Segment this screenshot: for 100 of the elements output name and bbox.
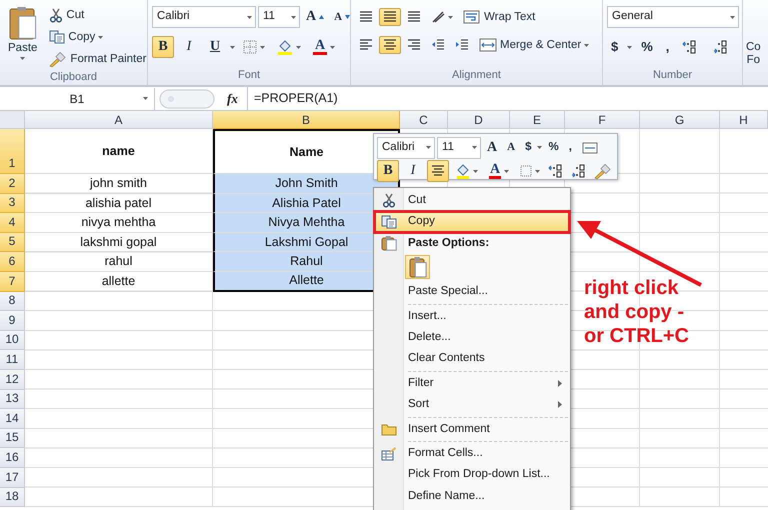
currency-button[interactable]: $ xyxy=(521,139,536,156)
row-header[interactable]: 12 xyxy=(0,370,25,390)
font-name-dropdown[interactable]: Calibri xyxy=(152,6,256,28)
font-color-button[interactable]: A xyxy=(485,161,513,181)
menu-item[interactable]: Filter xyxy=(374,372,570,394)
wrap-text-button[interactable]: Wrap Text xyxy=(459,7,540,27)
center-button[interactable] xyxy=(379,36,401,54)
underline-button[interactable]: U xyxy=(204,36,226,58)
menu-item[interactable]: Delete... xyxy=(374,326,570,348)
clipboard-icon xyxy=(408,256,426,278)
row-header[interactable]: 8 xyxy=(0,292,25,312)
caret-icon xyxy=(98,36,104,38)
font-color-button[interactable]: A xyxy=(309,37,339,57)
menu-item[interactable]: Format Cells... xyxy=(374,442,570,464)
group-label: Font xyxy=(236,68,261,83)
column-header[interactable]: F xyxy=(565,111,640,129)
paintbrush-icon xyxy=(49,52,68,66)
clipboard-icon xyxy=(381,235,397,252)
row-header[interactable]: 18 xyxy=(0,488,25,508)
fill-bucket-icon xyxy=(277,39,293,55)
row-header[interactable]: 13 xyxy=(0,390,25,410)
grow-font-button[interactable]: A xyxy=(483,138,502,158)
borders-icon xyxy=(520,165,532,177)
row-header[interactable]: 11 xyxy=(0,350,25,370)
arrow-up-icon xyxy=(319,14,324,19)
row-header[interactable]: 7 xyxy=(0,272,25,292)
column-header[interactable]: D xyxy=(448,111,510,129)
row-header[interactable]: 10 xyxy=(0,330,25,350)
scissors-icon xyxy=(382,193,396,208)
font-name-dropdown[interactable]: Calibri xyxy=(377,136,435,158)
caret-icon xyxy=(472,146,477,149)
paste-button[interactable] xyxy=(405,255,430,280)
menu-item[interactable]: Define Name... xyxy=(374,486,570,508)
middle-align-button[interactable] xyxy=(379,8,401,26)
percent-button[interactable]: % xyxy=(637,38,657,56)
italic-button[interactable]: I xyxy=(402,160,424,182)
align-icon xyxy=(407,38,421,52)
number-format-dropdown[interactable]: General xyxy=(607,6,739,28)
row-header[interactable]: 17 xyxy=(0,468,25,488)
bold-button[interactable]: B xyxy=(152,36,174,58)
row-header[interactable]: 4 xyxy=(0,213,25,233)
bold-button[interactable]: B xyxy=(377,160,399,182)
folder-icon xyxy=(381,422,397,436)
row-header[interactable]: 15 xyxy=(0,428,25,448)
shrink-font-button[interactable]: A xyxy=(330,8,354,26)
comma-button[interactable]: , xyxy=(564,139,576,156)
ribbon-button[interactable]: Cut xyxy=(45,4,150,26)
row-header[interactable]: 9 xyxy=(0,311,25,331)
menu-item[interactable]: Clear Contents xyxy=(374,348,570,370)
copy-icon xyxy=(381,215,397,230)
column-header[interactable]: B xyxy=(213,111,400,129)
menu-item[interactable]: Sort xyxy=(374,394,570,416)
caret-icon xyxy=(247,16,252,18)
ribbon-button[interactable]: Copy xyxy=(45,26,150,48)
annotation-label: right click and copy - or CTRL+C xyxy=(584,276,689,348)
table-cell: lakshmi gopal xyxy=(25,232,213,252)
comma-button[interactable]: , xyxy=(662,38,674,56)
column-header[interactable]: C xyxy=(400,111,448,129)
group-label: Alignment xyxy=(451,68,502,83)
arrow-down-icon xyxy=(345,15,350,19)
caret-icon xyxy=(296,46,301,48)
percent-button[interactable]: % xyxy=(544,139,563,156)
currency-button[interactable]: $ xyxy=(607,38,622,56)
menu-item[interactable]: Copy xyxy=(374,211,570,233)
wrap-text-icon xyxy=(463,9,481,25)
menu-item[interactable]: Insert... xyxy=(374,306,570,327)
column-header[interactable]: G xyxy=(640,111,720,129)
paste-button[interactable]: Paste xyxy=(4,4,42,70)
column-header[interactable]: E xyxy=(510,111,565,129)
shrink-font-button[interactable]: A xyxy=(503,139,520,156)
indent-icon xyxy=(431,38,445,52)
italic-button[interactable]: I xyxy=(178,36,200,58)
row-header[interactable]: 6 xyxy=(0,252,25,272)
row-header[interactable]: 1 xyxy=(0,129,25,174)
row-header[interactable]: 2 xyxy=(0,174,25,194)
format-painter-button[interactable] xyxy=(593,162,613,180)
fill-bucket-icon xyxy=(456,163,470,179)
row-header[interactable]: 16 xyxy=(0,448,25,468)
copy-icon xyxy=(49,30,66,44)
group-label: Clipboard xyxy=(48,70,98,85)
color-bar-icon xyxy=(313,52,327,55)
name-box[interactable]: B1 xyxy=(0,88,155,110)
table-cell: nivya mehtha xyxy=(25,213,213,233)
formula-field[interactable]: =PROPER(A1) xyxy=(247,87,768,110)
center-button[interactable] xyxy=(427,160,449,182)
table-cell: allette xyxy=(25,272,213,292)
row-header[interactable]: 5 xyxy=(0,232,25,252)
row-header[interactable]: 3 xyxy=(0,194,25,214)
menu-item[interactable]: Pick From Drop-down List... xyxy=(374,464,570,486)
column-header[interactable]: H xyxy=(720,111,768,129)
font-size-dropdown[interactable]: 11 xyxy=(258,6,300,28)
column-header[interactable]: A xyxy=(25,111,213,129)
font-size-dropdown[interactable]: 11 xyxy=(437,136,481,158)
row-header[interactable]: 14 xyxy=(0,409,25,429)
merge-center-button[interactable]: Merge & Center xyxy=(475,36,594,54)
caret-icon xyxy=(584,44,590,46)
menu-item[interactable]: Insert Comment xyxy=(374,418,570,440)
grow-font-button[interactable]: A xyxy=(302,7,328,27)
conditional-formatting-button[interactable]: Co Fo xyxy=(745,40,762,85)
ribbon-button[interactable]: Format Painter xyxy=(45,48,150,70)
